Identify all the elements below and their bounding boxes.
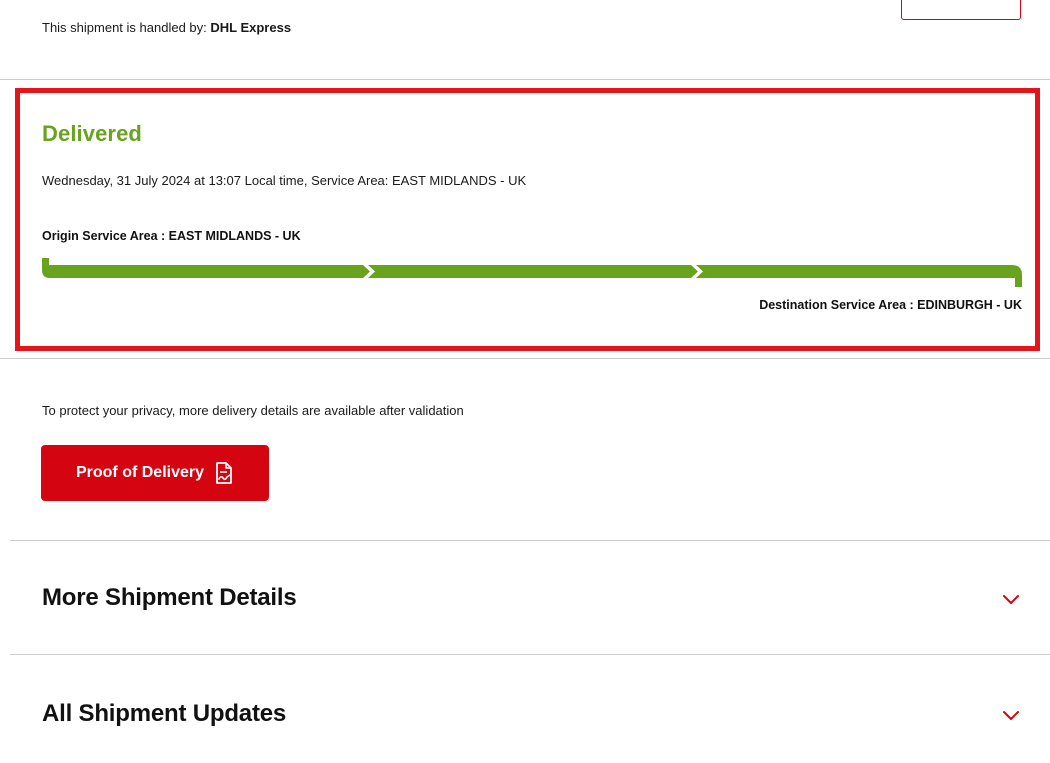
proof-of-delivery-button[interactable]: Proof of Delivery (41, 445, 269, 501)
divider (10, 540, 1050, 541)
chevron-down-icon[interactable] (1002, 710, 1020, 722)
progress-segment-origin (42, 258, 370, 278)
divider (0, 358, 1050, 359)
shipment-progress-bar (42, 258, 1022, 287)
carrier-name: DHL Express (210, 20, 292, 35)
divider (0, 79, 1050, 80)
delivery-datetime: Wednesday, 31 July 2024 at 13:07 Local t… (42, 173, 527, 188)
progress-segments (42, 258, 1022, 287)
accordion-all-shipment-updates[interactable]: All Shipment Updates (10, 674, 1050, 763)
privacy-note: To protect your privacy, more delivery d… (42, 403, 464, 418)
origin-service-area: Origin Service Area : EAST MIDLANDS - UK (42, 229, 301, 243)
top-outline-button[interactable] (901, 0, 1021, 20)
document-signature-icon (216, 462, 232, 484)
handled-by-prefix: This shipment is handled by: (42, 20, 211, 35)
destination-service-area: Destination Service Area : EDINBURGH - U… (759, 298, 1022, 312)
chevron-down-icon[interactable] (1002, 594, 1020, 606)
shipment-tracking-page: This shipment is handled by: DHL Express… (0, 0, 1050, 763)
divider (10, 654, 1050, 655)
accordion-title: More Shipment Details (42, 584, 297, 611)
delivery-status-title: Delivered (42, 121, 142, 146)
proof-of-delivery-label: Proof of Delivery (75, 464, 205, 481)
handled-by-line: This shipment is handled by: DHL Express (42, 20, 291, 35)
progress-segment-destination (696, 265, 1022, 287)
accordion-title: All Shipment Updates (42, 700, 287, 727)
accordion-more-shipment-details[interactable]: More Shipment Details (10, 560, 1050, 660)
progress-segment-transit (368, 265, 698, 278)
